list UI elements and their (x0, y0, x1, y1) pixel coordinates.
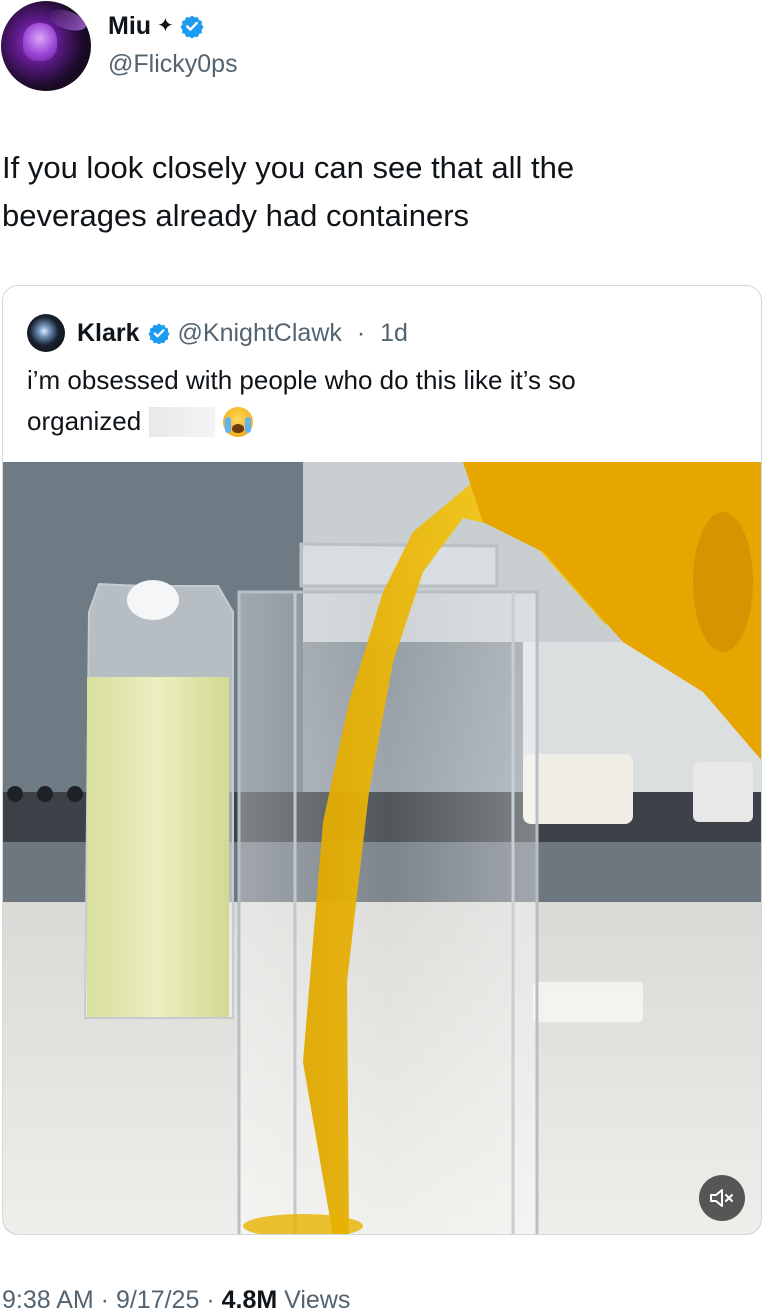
author-handle[interactable]: @Flicky0ps (108, 50, 238, 79)
quoted-tweet-age[interactable]: 1d (380, 319, 408, 348)
verified-badge-icon (147, 323, 170, 344)
quoted-author-avatar[interactable] (27, 314, 65, 352)
quoted-tweet-video[interactable] (3, 462, 761, 1234)
separator-dot: · (93, 1285, 116, 1314)
avatar-face-shape (23, 23, 57, 61)
quoted-tweet-text-line-2-row: organized (27, 401, 727, 442)
redacted-text-block (149, 406, 216, 437)
speaker-muted-icon (710, 1189, 733, 1207)
verified-badge-icon (180, 15, 204, 38)
sparkle-icon: ✦ (157, 15, 174, 37)
views-count[interactable]: 4.8M (222, 1286, 278, 1315)
quoted-author-display-name[interactable]: Klark (77, 319, 140, 348)
author-display-name[interactable]: Miu (108, 12, 151, 41)
tweet-time[interactable]: 9:38 AM (2, 1286, 94, 1315)
tweet-header: Miu ✦ @Flicky0ps (0, 0, 763, 100)
tweet-text-line-2: beverages already had containers (2, 198, 470, 233)
quoted-tweet-header: Klark @KnightClawk · 1d (27, 314, 408, 352)
tweet-meta: 9:38 AM · 9/17/25 · 4.8M Views (2, 1285, 350, 1315)
quoted-tweet-text-line-2: organized (27, 406, 142, 436)
mute-toggle-button[interactable] (699, 1175, 745, 1221)
quoted-tweet-text: i’m obsessed with people who do this lik… (27, 360, 727, 442)
loudly-crying-face-icon (223, 406, 254, 437)
tweet-text: If you look closely you can see that all… (2, 144, 702, 240)
tweet-text-line-1: If you look closely you can see that all… (2, 150, 575, 185)
separator-dot: · (199, 1285, 222, 1314)
video-frame (3, 462, 761, 1234)
quoted-tweet-card[interactable]: Klark @KnightClawk · 1d i’m obsessed wit… (2, 285, 762, 1235)
tweet-date[interactable]: 9/17/25 (116, 1286, 199, 1315)
author-name-row[interactable]: Miu ✦ (108, 10, 204, 42)
views-label: Views (277, 1285, 351, 1314)
separator-dot: · (349, 318, 373, 347)
quoted-tweet-text-line-1: i’m obsessed with people who do this lik… (27, 365, 576, 395)
quoted-author-handle[interactable]: @KnightClawk (178, 319, 342, 348)
author-avatar[interactable] (1, 1, 91, 91)
